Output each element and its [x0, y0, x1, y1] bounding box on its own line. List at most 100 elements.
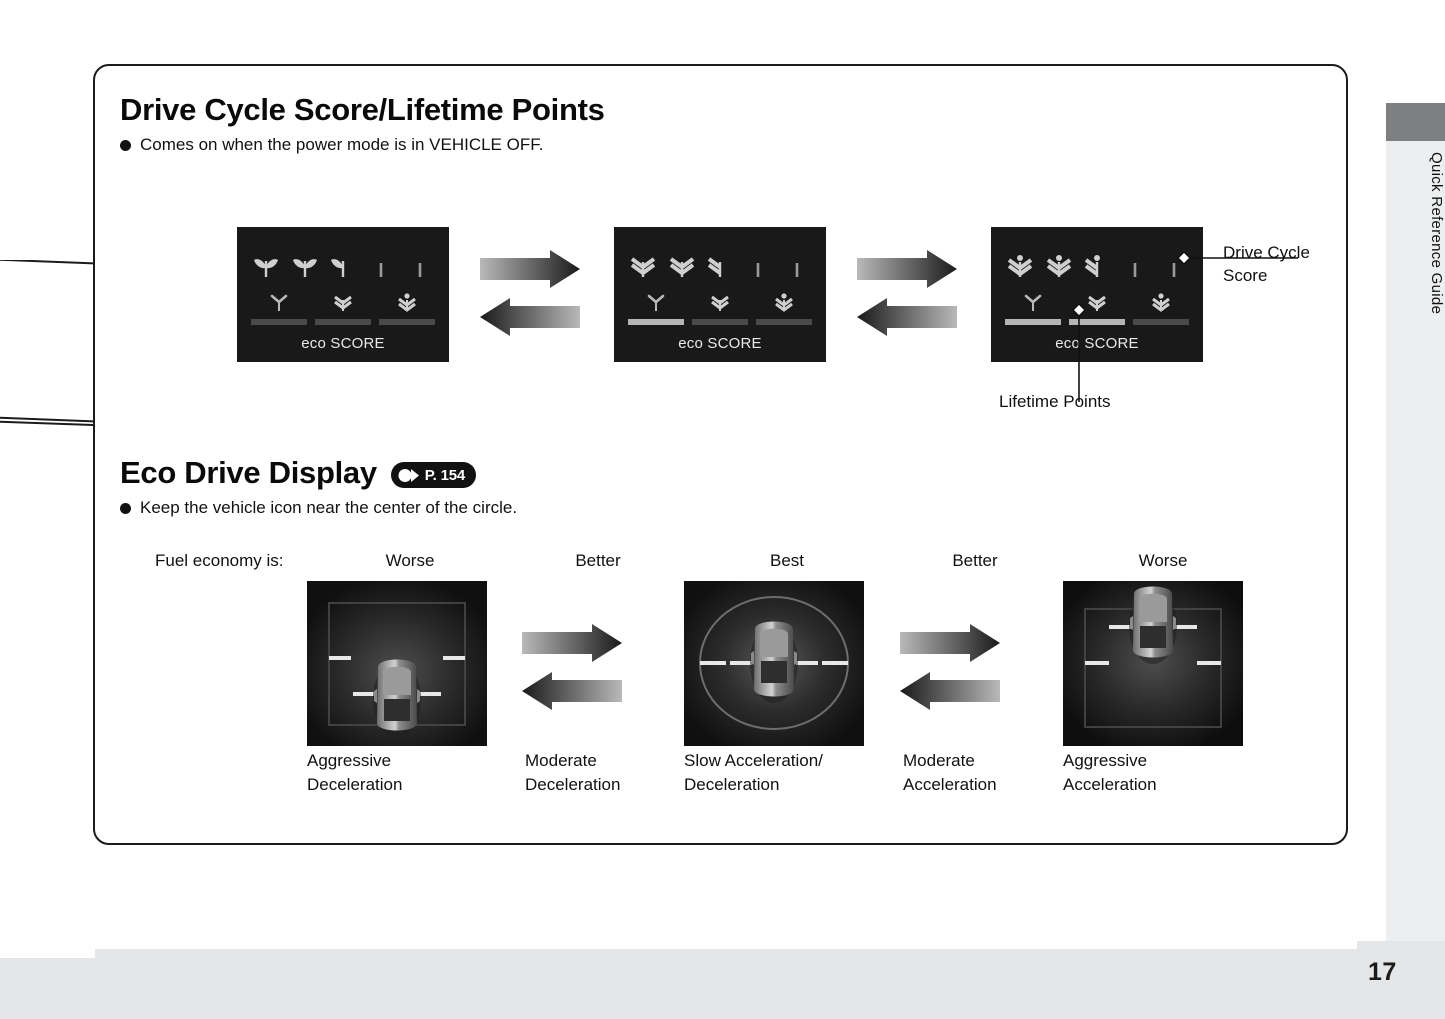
stem-icon [1134, 263, 1137, 277]
eco-score-label: eco SCORE [301, 335, 385, 352]
section-drive-cycle-score: Drive Cycle Score/Lifetime Points Comes … [120, 92, 1220, 155]
flower-icon [775, 293, 793, 312]
vehicle-icon [373, 659, 421, 737]
eco-score-row [237, 293, 449, 325]
arrow-right-icon [522, 624, 622, 662]
lifetime-points-bar [379, 319, 435, 325]
arrow-left-icon [857, 298, 957, 336]
vehicle-icon [750, 621, 798, 703]
eco-score-cell [247, 293, 311, 325]
eco-score-cell [311, 293, 375, 325]
lifetime-points-bar [692, 319, 748, 325]
eco-score-panel-low: eco SCORE [237, 227, 449, 362]
drive-cycle-bullet: Comes on when the power mode is in VEHIC… [120, 135, 1220, 155]
eco-drive-panel-aggressive-deceleration [307, 581, 487, 746]
lifetime-points-bar [251, 319, 307, 325]
eco-score-cell [624, 293, 688, 325]
stem-icon [757, 263, 760, 277]
arrow-right-icon [857, 250, 957, 288]
sprout-icon [270, 294, 288, 311]
callout-lifetime-points: Lifetime Points [999, 392, 1111, 411]
eco-leaf-row [237, 245, 449, 279]
eco-score-cell [752, 293, 816, 325]
page-reference-badge[interactable]: P. 154 [390, 462, 477, 488]
eco-drive-panel-best [684, 581, 864, 746]
lifetime-points-bar [1133, 319, 1189, 325]
tab-mask-bottom [0, 598, 95, 958]
page-reference-text: P. 154 [424, 466, 466, 484]
eco-score-label: eco SCORE [678, 335, 762, 352]
section-title-text: Drive Cycle Score/Lifetime Points [120, 92, 605, 127]
arrow-left-icon [480, 298, 580, 336]
vehicle-icon [1129, 586, 1177, 664]
rating-label-1: Worse [385, 551, 435, 570]
eco-score-cell [1001, 293, 1065, 325]
arrow-left-icon [522, 672, 622, 710]
footer-band [0, 941, 1445, 1019]
half-flower-icon [1084, 255, 1100, 277]
section-eco-drive-display: Eco Drive Display P. 154 Keep the vehicl… [120, 455, 1220, 518]
sprout-icon [647, 294, 665, 311]
leaf-icon [254, 259, 279, 277]
double-chevron-leaf-icon [334, 295, 352, 311]
eco-score-row [991, 293, 1203, 325]
arrow-right-icon [480, 250, 580, 288]
eco-drive-title: Eco Drive Display P. 154 [120, 455, 1220, 491]
rating-label-3: Best [769, 551, 805, 570]
flower-icon [1046, 255, 1071, 277]
page-turn-tab-upper [0, 253, 100, 423]
arrow-pair-1 [478, 248, 582, 343]
arrow-pair-3 [520, 622, 624, 717]
side-tab-label: Quick Reference Guide [1428, 152, 1445, 315]
fuel-economy-prefix: Fuel economy is: [155, 551, 284, 570]
eco-score-panel-medium: eco SCORE [614, 227, 826, 362]
arrow-right-icon [900, 624, 1000, 662]
caption-aggressive-acceleration: Aggressive Acceleration [1063, 751, 1157, 795]
eco-drive-bullet-text: Keep the vehicle icon near the center of… [140, 498, 518, 517]
bullet-dot-icon [120, 140, 131, 151]
double-leaf-icon [669, 257, 694, 277]
sprout-icon [1024, 294, 1042, 311]
eco-drive-panel-aggressive-acceleration [1063, 581, 1243, 746]
content-frame: Drive Cycle Score/Lifetime Points Comes … [93, 64, 1348, 845]
arrow-pair-2 [855, 248, 959, 343]
page-title: Drive Cycle Score/Lifetime Points [120, 92, 1220, 128]
page-turn-tab-lower [0, 415, 100, 605]
eco-score-cell [1129, 293, 1193, 325]
lifetime-points-bar [1005, 319, 1061, 325]
rating-label-2: Better [575, 551, 621, 570]
flower-icon [1008, 255, 1033, 277]
manual-page: Drive Cycle Score/Lifetime Points Comes … [0, 0, 1445, 1019]
stem-icon [418, 263, 422, 277]
callout-drive-cycle-score: Drive Cycle Score [1223, 243, 1310, 285]
eco-drive-title-text: Eco Drive Display [120, 455, 377, 490]
caption-moderate-deceleration: Moderate Deceleration [525, 751, 621, 795]
stem-icon [380, 263, 383, 277]
flower-icon [1152, 293, 1170, 312]
caption-aggressive-deceleration: Aggressive Deceleration [307, 751, 403, 795]
tab-mask-top [0, 64, 95, 260]
half-leaf-icon [330, 259, 345, 277]
rating-label-5: Worse [1138, 551, 1188, 570]
eco-score-cell [688, 293, 752, 325]
caption-moderate-acceleration: Moderate Acceleration [903, 751, 997, 795]
eco-score-label: eco SCORE [1055, 335, 1139, 352]
leaf-icon [292, 259, 317, 277]
footer-notch [0, 941, 1357, 949]
lifetime-points-bar [628, 319, 684, 325]
side-tab-cap [1386, 103, 1445, 141]
stem-icon [795, 263, 799, 277]
rating-label-4: Better [952, 551, 998, 570]
arrow-right-icon [398, 468, 419, 482]
eco-drive-bullet: Keep the vehicle icon near the center of… [120, 498, 1220, 518]
drive-cycle-bullet-text: Comes on when the power mode is in VEHIC… [140, 135, 544, 154]
eco-score-cell [375, 293, 439, 325]
bullet-dot-icon [120, 503, 131, 514]
double-chevron-leaf-icon [711, 295, 729, 311]
arrow-left-icon [900, 672, 1000, 710]
lifetime-points-bar [756, 319, 812, 325]
flower-icon [398, 293, 416, 312]
eco-leaf-row [614, 245, 826, 279]
lifetime-points-bar [315, 319, 371, 325]
double-leaf-icon [631, 257, 656, 277]
